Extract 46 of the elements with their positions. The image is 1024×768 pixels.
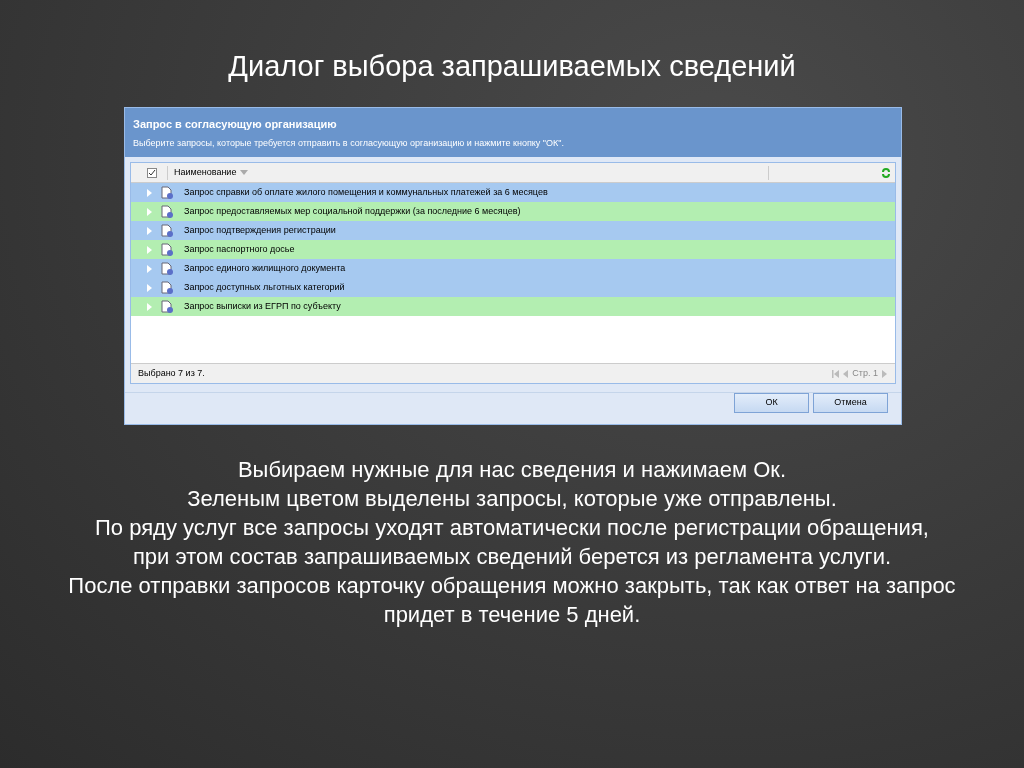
expand-arrow-icon[interactable] xyxy=(147,283,152,292)
expand-arrow-icon[interactable] xyxy=(147,226,152,235)
request-name: Запрос единого жилищного документа xyxy=(184,261,346,275)
document-icon xyxy=(160,186,174,199)
dialog-title: Запрос в согласующую организацию xyxy=(133,117,338,132)
request-row[interactable]: Запрос выписки из ЕГРП по субъекту xyxy=(131,297,895,316)
request-name: Запрос предоставляемых мер социальной поддержки (за последние 6 месяцев) xyxy=(184,204,521,218)
expand-arrow-icon[interactable] xyxy=(147,188,152,197)
request-row[interactable]: Запрос доступных льготных категорий xyxy=(131,278,895,297)
dialog-instruction: Выберите запросы, которые требуется отправить в согласующую организацию и нажмите кнопку "ОК". xyxy=(133,136,565,150)
next-page-icon[interactable] xyxy=(882,369,887,378)
body-paragraph: По ряду услуг все запросы уходят автоматически после регистрации обращения, при этом состав запрашиваемых сведений берется из регламента услуги. xyxy=(94,514,930,571)
expand-arrow-icon[interactable] xyxy=(147,245,152,254)
slide-title: Диалог выбора запрашиваемых сведений xyxy=(228,49,796,84)
document-icon xyxy=(160,243,174,256)
request-name: Запрос подтверждения регистрации xyxy=(184,223,336,237)
expand-arrow-icon[interactable] xyxy=(147,264,152,273)
document-icon xyxy=(160,281,174,294)
request-name: Запрос паспортного досье xyxy=(184,242,295,256)
request-name: Запрос доступных льготных категорий xyxy=(184,280,345,294)
document-icon xyxy=(160,224,174,237)
request-row[interactable]: Запрос справки об оплате жилого помещения и коммунальных платежей за 6 месяцев xyxy=(131,183,895,202)
body-paragraph: После отправки запросов карточку обращения можно закрыть, так как ответ на запрос придет в течение 5 дней. xyxy=(67,572,957,629)
previous-page-icon[interactable] xyxy=(843,369,849,378)
document-icon xyxy=(160,205,174,218)
body-paragraph: Зеленым цветом выделены запросы, которые уже отправлены. xyxy=(187,485,837,513)
request-row[interactable]: Запрос единого жилищного документа xyxy=(131,259,895,278)
dialog-button[interactable]: Отмена xyxy=(813,393,888,413)
refresh-icon[interactable] xyxy=(881,167,891,178)
expand-arrow-icon[interactable] xyxy=(147,207,152,216)
column-header[interactable]: Наименование xyxy=(174,165,237,180)
first-page-icon[interactable] xyxy=(832,369,840,378)
selection-status: Выбрано 7 из 7. xyxy=(138,366,205,380)
body-paragraph: Выбираем нужные для нас сведения и нажимаем Ок. xyxy=(237,456,787,484)
expand-arrow-icon[interactable] xyxy=(147,302,152,311)
header-checkbox[interactable] xyxy=(147,167,157,178)
request-row[interactable]: Запрос паспортного досье xyxy=(131,240,895,259)
document-icon xyxy=(160,300,174,313)
sort-caret-icon xyxy=(240,170,249,175)
page-indicator: Стр. 1 xyxy=(852,366,878,380)
document-icon xyxy=(160,262,174,275)
request-row[interactable]: Запрос предоставляемых мер социальной поддержки (за последние 6 месяцев) xyxy=(131,202,895,221)
request-row[interactable]: Запрос подтверждения регистрации xyxy=(131,221,895,240)
request-name: Запрос выписки из ЕГРП по субъекту xyxy=(184,299,341,313)
request-name: Запрос справки об оплате жилого помещения и коммунальных платежей за 6 месяцев xyxy=(184,185,548,199)
dialog-button[interactable]: ОК xyxy=(734,393,809,413)
